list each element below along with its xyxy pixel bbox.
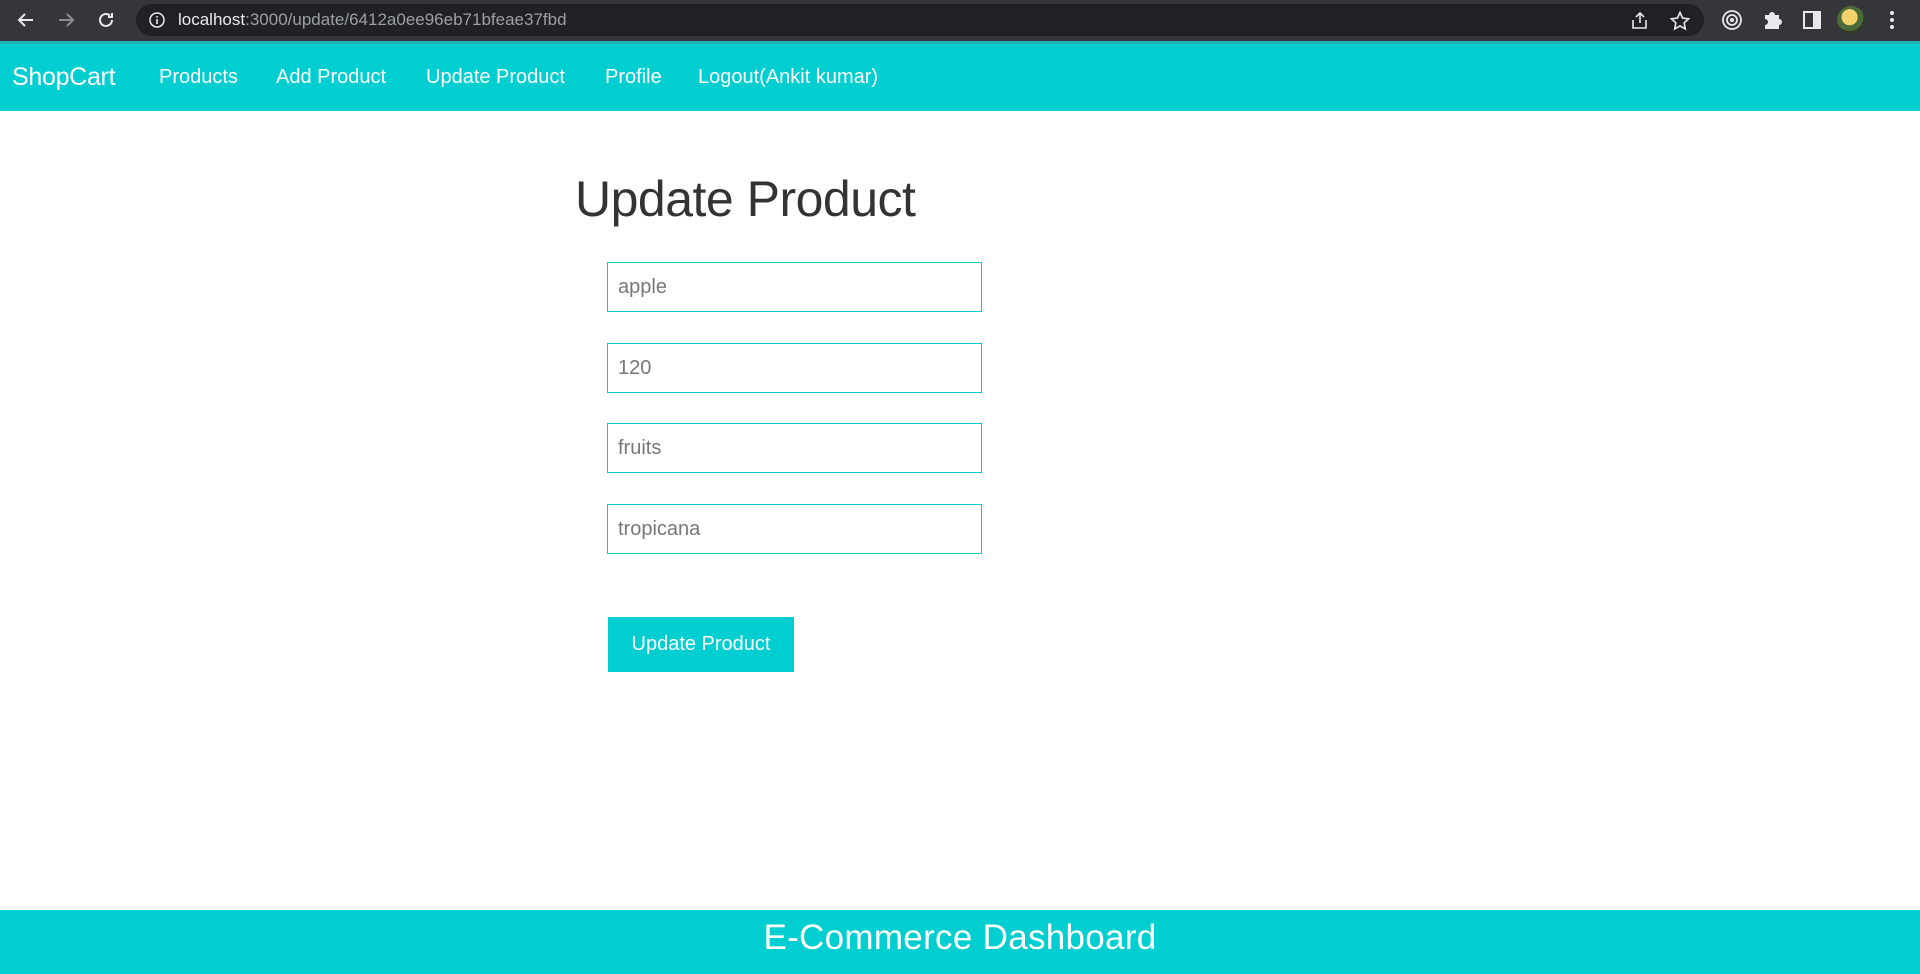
brand-logo[interactable]: ShopCart <box>12 44 116 111</box>
address-bar[interactable]: localhost:3000/update/6412a0ee96eb71bfea… <box>136 4 1704 36</box>
footer-text: E-Commerce Dashboard <box>763 918 1157 957</box>
forward-arrow-icon[interactable] <box>52 6 80 34</box>
page-title: Update Product <box>575 171 916 227</box>
info-icon[interactable] <box>148 11 166 29</box>
app-navbar: ShopCart Products Add Product Update Pro… <box>0 41 1920 111</box>
puzzle-icon[interactable] <box>1760 8 1784 32</box>
menu-dots-icon[interactable] <box>1880 8 1904 32</box>
side-panel-icon[interactable] <box>1800 8 1824 32</box>
extension-target-icon[interactable] <box>1720 8 1744 32</box>
url-text[interactable]: localhost:3000/update/6412a0ee96eb71bfea… <box>178 4 567 36</box>
reload-icon[interactable] <box>92 6 120 34</box>
nav-link-update-product[interactable]: Update Product <box>426 44 565 111</box>
footer: E-Commerce Dashboard <box>0 910 1920 974</box>
nav-link-products[interactable]: Products <box>159 44 238 111</box>
share-icon[interactable] <box>1629 10 1651 32</box>
update-product-button[interactable]: Update Product <box>608 617 794 672</box>
star-icon[interactable] <box>1669 10 1691 32</box>
browser-toolbar: localhost:3000/update/6412a0ee96eb71bfea… <box>0 0 1920 41</box>
url-host: localhost <box>178 10 246 29</box>
product-price-input[interactable] <box>607 343 982 393</box>
url-path: :3000/update/6412a0ee96eb71bfeae37fbd <box>245 10 567 29</box>
nav-link-logout[interactable]: Logout(Ankit kumar) <box>698 44 878 111</box>
back-arrow-icon[interactable] <box>12 6 40 34</box>
product-name-input[interactable] <box>607 262 982 312</box>
product-company-input[interactable] <box>607 504 982 554</box>
nav-link-profile[interactable]: Profile <box>605 44 662 111</box>
nav-link-add-product[interactable]: Add Product <box>276 44 386 111</box>
product-category-input[interactable] <box>607 423 982 473</box>
profile-avatar[interactable] <box>1837 6 1865 34</box>
